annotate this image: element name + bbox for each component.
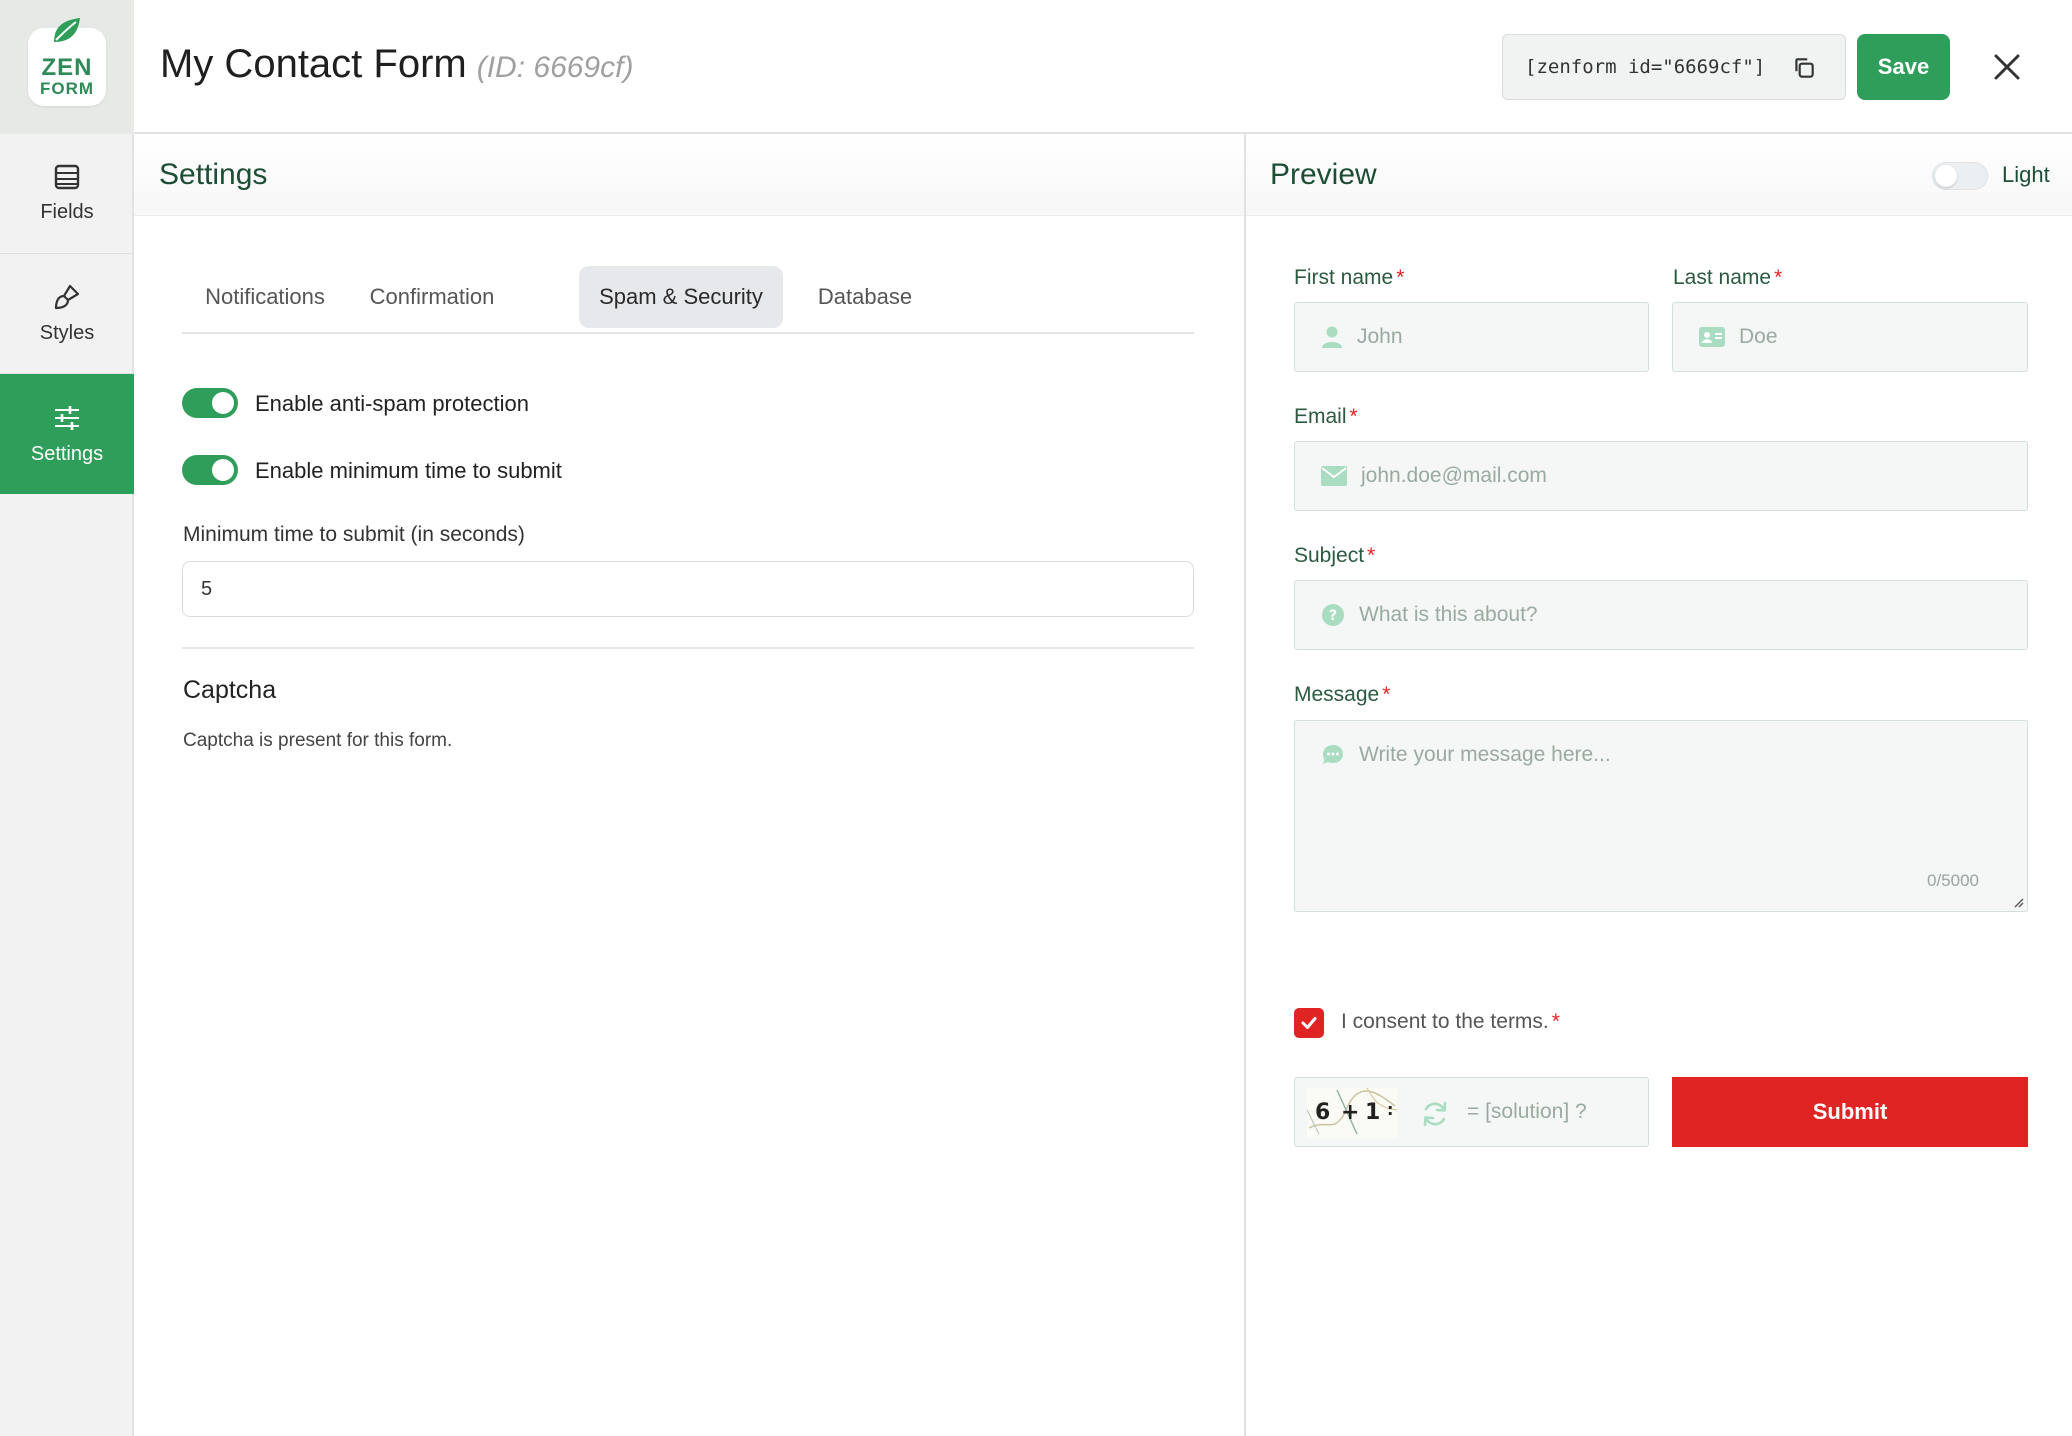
- page-title: My Contact Form (ID: 6669cf): [160, 42, 633, 87]
- email-label-text: Email: [1294, 405, 1347, 428]
- sidebar-item-settings[interactable]: Settings: [0, 374, 134, 494]
- required-mark: *: [1551, 1010, 1560, 1033]
- min-time-input[interactable]: 5: [182, 561, 1194, 617]
- divider: [182, 647, 1194, 649]
- first-name-label: First name *: [1294, 266, 1404, 290]
- min-time-toggle[interactable]: [182, 455, 238, 485]
- last-name-label: Last name *: [1673, 266, 1782, 290]
- shortcode-field[interactable]: [zenform id="6669cf"]: [1502, 34, 1846, 100]
- preview-panel: Preview Light First name * John Last name…: [1244, 134, 2072, 1436]
- required-mark: *: [1774, 266, 1783, 289]
- copy-icon[interactable]: [1791, 55, 1817, 81]
- tab-database[interactable]: Database: [810, 266, 920, 328]
- brush-icon: [54, 284, 80, 310]
- sidebar-item-styles[interactable]: Styles: [0, 254, 134, 374]
- subject-input[interactable]: ? What is this about?: [1294, 580, 2028, 650]
- char-counter: 0/5000: [1927, 871, 1979, 890]
- consent-label: I consent to the terms. *: [1341, 1010, 1560, 1034]
- theme-label: Light: [2002, 162, 2050, 187]
- first-name-label-text: First name: [1294, 266, 1394, 289]
- subject-label-text: Subject: [1294, 544, 1365, 567]
- anti-spam-label: Enable anti-spam protection: [255, 391, 529, 416]
- captcha-digit: 1: [1365, 1100, 1381, 1125]
- subject-placeholder: What is this about?: [1359, 603, 1538, 626]
- refresh-icon[interactable]: [1421, 1100, 1449, 1128]
- captcha-heading: Captcha: [183, 676, 277, 704]
- message-placeholder: Write your message here...: [1359, 743, 1611, 766]
- anti-spam-toggle[interactable]: [182, 388, 238, 418]
- chat-icon: [1323, 745, 1343, 764]
- min-time-value: 5: [201, 577, 213, 600]
- envelope-icon: [1321, 466, 1347, 486]
- form-name: My Contact Form: [160, 42, 467, 86]
- close-icon[interactable]: [1990, 50, 2024, 84]
- settings-tabs: Notifications Confirmation Spam & Securi…: [182, 262, 1194, 334]
- top-bar: ZEN FORM My Contact Form (ID: 6669cf) [z…: [0, 0, 2072, 134]
- consent-label-text: I consent to the terms.: [1341, 1010, 1549, 1033]
- first-name-input[interactable]: John: [1294, 302, 1649, 372]
- logo-text-form: FORM: [39, 78, 95, 98]
- last-name-label-text: Last name: [1673, 266, 1772, 289]
- captcha-image: 6 + 1 :: [1307, 1088, 1397, 1138]
- settings-panel: Settings Notifications Confirmation Spam…: [134, 134, 1244, 1436]
- consent-checkbox[interactable]: [1294, 1008, 1324, 1038]
- last-name-placeholder: Doe: [1739, 325, 1778, 348]
- sidebar-item-fields[interactable]: Fields: [0, 134, 134, 254]
- tab-spam-security[interactable]: Spam & Security: [579, 266, 783, 328]
- shortcode-text: [zenform id="6669cf"]: [1525, 56, 1766, 78]
- min-time-toggle-label: Enable minimum time to submit: [255, 458, 562, 483]
- sliders-icon: [55, 405, 79, 430]
- message-label-text: Message: [1294, 683, 1380, 706]
- check-icon: [1301, 1017, 1317, 1029]
- email-placeholder: john.doe@mail.com: [1361, 464, 1547, 487]
- question-icon: ?: [1322, 604, 1344, 626]
- required-mark: *: [1396, 266, 1405, 289]
- settings-title: Settings: [159, 158, 268, 191]
- theme-toggle[interactable]: [1932, 162, 1988, 190]
- message-label: Message *: [1294, 683, 1390, 707]
- user-icon: [1322, 326, 1342, 348]
- submit-button[interactable]: Submit: [1672, 1077, 2028, 1147]
- min-time-label: Minimum time to submit (in seconds): [183, 523, 525, 546]
- logo-tile: ZEN FORM: [28, 18, 106, 106]
- sidebar-item-label: Fields: [40, 201, 94, 223]
- save-button[interactable]: Save: [1857, 34, 1950, 100]
- logo: ZEN FORM: [0, 0, 134, 134]
- tab-confirmation[interactable]: Confirmation: [354, 266, 510, 328]
- logo-text-zen: ZEN: [41, 53, 93, 81]
- sidebar-item-label: Styles: [39, 322, 95, 344]
- preview-header: Preview Light: [1246, 134, 2072, 216]
- required-mark: *: [1382, 683, 1391, 706]
- resize-handle-icon[interactable]: [2012, 896, 2024, 908]
- captcha-digit: 6: [1315, 1100, 1331, 1125]
- captcha-status-text: Captcha is present for this form.: [183, 730, 453, 751]
- captcha-operator: +: [1341, 1100, 1360, 1125]
- sidebar: Fields Styles Settings: [0, 134, 134, 1436]
- email-label: Email *: [1294, 405, 1358, 429]
- leaf-icon: [54, 18, 80, 42]
- preview-title: Preview: [1270, 158, 1377, 191]
- required-mark: *: [1349, 405, 1358, 428]
- tab-notifications[interactable]: Notifications: [194, 266, 336, 328]
- svg-text:?: ?: [1329, 608, 1337, 624]
- email-field[interactable]: john.doe@mail.com: [1294, 441, 2028, 511]
- form-id: (ID: 6669cf): [476, 51, 634, 84]
- message-textarea[interactable]: Write your message here... 0/5000: [1294, 720, 2028, 912]
- captcha-placeholder: = [solution] ?: [1467, 1100, 1587, 1123]
- id-card-icon: [1699, 327, 1725, 347]
- last-name-input[interactable]: Doe: [1672, 302, 2028, 372]
- first-name-placeholder: John: [1357, 325, 1403, 348]
- settings-header: Settings: [134, 134, 1244, 216]
- subject-label: Subject *: [1294, 544, 1375, 568]
- captcha-tail: :: [1387, 1100, 1394, 1119]
- list-icon: [54, 164, 80, 190]
- sidebar-item-label: Settings: [30, 442, 104, 465]
- captcha-input[interactable]: 6 + 1 : = [solution] ?: [1294, 1077, 1649, 1147]
- required-mark: *: [1367, 544, 1376, 567]
